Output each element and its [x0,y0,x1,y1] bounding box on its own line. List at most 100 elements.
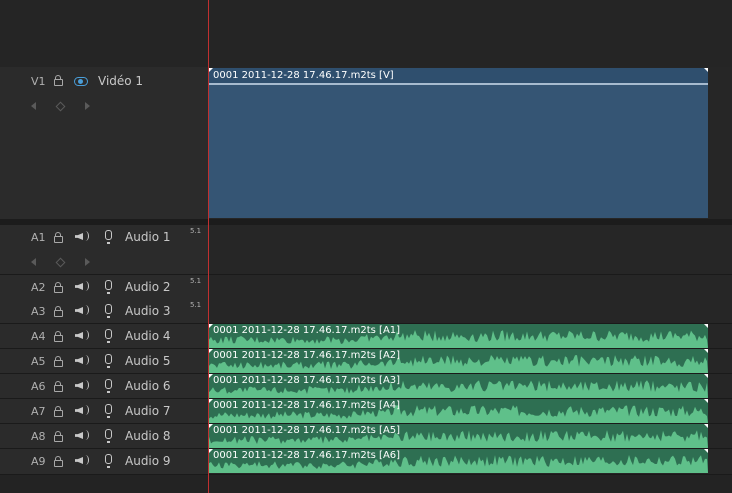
clip-title: 0001 2011-12-28 17.46.17.m2ts [A5] [213,425,401,436]
track-id-a4: A4 [31,330,46,343]
clip-start-marker [209,399,213,403]
clip-start-marker [209,424,213,428]
lock-icon[interactable] [54,431,63,442]
video-clip[interactable]: 0001 2011-12-28 17.46.17.m2ts [V] [209,68,708,218]
track-area-a2[interactable] [208,275,732,299]
track-header-a6[interactable]: A6 Audio 6 [0,374,208,398]
lock-icon[interactable] [54,75,63,86]
microphone-icon[interactable] [105,354,112,368]
lock-icon[interactable] [54,306,63,317]
audio-clip[interactable]: 0001 2011-12-28 17.46.17.m2ts [A5] [209,424,708,448]
lock-icon[interactable] [54,381,63,392]
lock-icon[interactable] [54,232,63,243]
track-name-a8: Audio 8 [125,429,171,443]
channel-badge: 5.1 [190,277,202,285]
track-header-a8[interactable]: A8 Audio 8 [0,424,208,448]
clip-end-marker [704,324,708,328]
speaker-waves-icon [82,355,89,365]
speaker-waves-icon [82,455,89,465]
track-area-a3[interactable] [208,299,732,323]
track-header-a5[interactable]: A5 Audio 5 [0,349,208,373]
audio-clip[interactable]: 0001 2011-12-28 17.46.17.m2ts [A1] [209,324,708,348]
track-name-a3: Audio 3 [125,304,171,318]
microphone-icon[interactable] [105,404,112,418]
previous-keyframe-icon[interactable] [31,258,36,266]
clip-start-marker [209,374,213,378]
clip-end-marker [704,68,708,72]
microphone-icon[interactable] [105,280,112,294]
clip-title: 0001 2011-12-28 17.46.17.m2ts [A4] [213,400,401,411]
track-name-v1: Vidéo 1 [98,74,144,88]
microphone-icon[interactable] [105,429,112,443]
clip-end-marker [704,449,708,453]
track-name-a9: Audio 9 [125,454,171,468]
track-id-a7: A7 [31,405,46,418]
track-id-v1: V1 [31,75,46,88]
clip-end-marker [704,349,708,353]
track-id-a6: A6 [31,380,46,393]
microphone-icon[interactable] [105,454,112,468]
track-id-a2: A2 [31,281,46,294]
playhead[interactable] [208,0,209,493]
add-keyframe-icon[interactable] [55,257,66,268]
clip-end-marker [704,424,708,428]
track-area-a1[interactable] [208,225,732,274]
eye-icon[interactable] [74,77,88,86]
lock-icon[interactable] [54,282,63,293]
track-header-a7[interactable]: A7 Audio 7 [0,399,208,423]
clip-start-marker [209,68,213,72]
microphone-icon[interactable] [105,329,112,343]
audio-clip[interactable]: 0001 2011-12-28 17.46.17.m2ts [A6] [209,449,708,473]
speaker-waves-icon [82,281,89,291]
lock-icon[interactable] [54,456,63,467]
track-name-a5: Audio 5 [125,354,171,368]
speaker-waves-icon [82,405,89,415]
next-keyframe-icon[interactable] [85,258,90,266]
clip-title: 0001 2011-12-28 17.46.17.m2ts [A3] [213,375,401,386]
add-keyframe-icon[interactable] [55,101,66,112]
microphone-icon[interactable] [105,230,112,244]
speaker-waves-icon [82,380,89,390]
track-name-a2: Audio 2 [125,280,171,294]
track-id-a9: A9 [31,455,46,468]
clip-end-marker [704,399,708,403]
track-header-a2[interactable]: A2 Audio 2 5.1 [0,275,208,299]
lock-icon[interactable] [54,356,63,367]
track-divider [0,474,732,475]
speaker-waves-icon [82,305,89,315]
track-name-a7: Audio 7 [125,404,171,418]
channel-badge: 5.1 [190,301,202,309]
audio-clip[interactable]: 0001 2011-12-28 17.46.17.m2ts [A3] [209,374,708,398]
clip-title: 0001 2011-12-28 17.46.17.m2ts [V] [209,68,708,85]
track-header-a3[interactable]: A3 Audio 3 5.1 [0,299,208,323]
next-keyframe-icon[interactable] [85,102,90,110]
track-header-a4[interactable]: A4 Audio 4 [0,324,208,348]
microphone-icon[interactable] [105,304,112,318]
track-name-a1: Audio 1 [125,230,171,244]
track-id-a3: A3 [31,305,46,318]
lock-icon[interactable] [54,406,63,417]
audio-clip[interactable]: 0001 2011-12-28 17.46.17.m2ts [A4] [209,399,708,423]
timeline-panel: V1 Vidéo 1 0001 2011-12-28 17.46.17.m2ts… [0,0,732,493]
clip-title: 0001 2011-12-28 17.46.17.m2ts [A2] [213,350,401,361]
track-header-v1[interactable]: V1 Vidéo 1 [0,67,208,219]
microphone-icon[interactable] [105,379,112,393]
speaker-waves-icon [82,231,89,241]
clip-end-marker [704,374,708,378]
track-id-a5: A5 [31,355,46,368]
clip-start-marker [209,324,213,328]
track-name-a4: Audio 4 [125,329,171,343]
channel-badge: 5.1 [190,227,202,235]
track-name-a6: Audio 6 [125,379,171,393]
clip-start-marker [209,349,213,353]
previous-keyframe-icon[interactable] [31,102,36,110]
track-header-a9[interactable]: A9 Audio 9 [0,449,208,474]
clip-title: 0001 2011-12-28 17.46.17.m2ts [A6] [213,450,401,461]
clip-title: 0001 2011-12-28 17.46.17.m2ts [A1] [213,325,401,336]
track-header-a1[interactable]: A1 Audio 1 5.1 [0,225,208,274]
lock-icon[interactable] [54,331,63,342]
speaker-waves-icon [82,430,89,440]
timeline-top-area [0,0,732,67]
audio-clip[interactable]: 0001 2011-12-28 17.46.17.m2ts [A2] [209,349,708,373]
track-id-a8: A8 [31,430,46,443]
